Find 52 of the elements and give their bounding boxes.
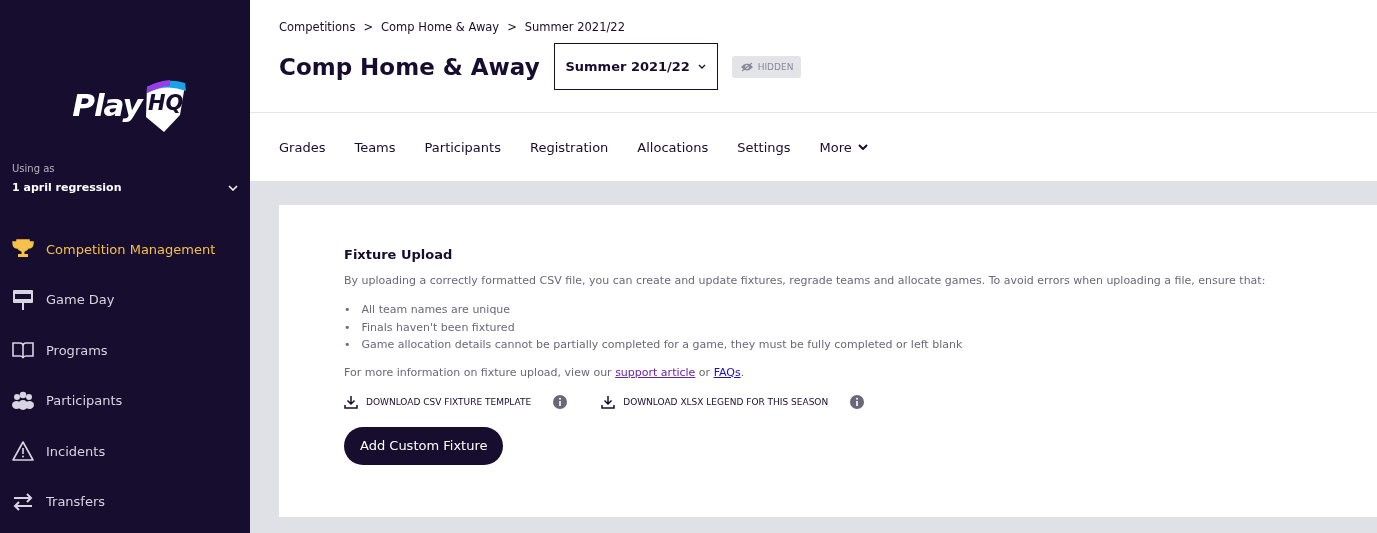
info-text: For more information on fixture upload, view our support article or FAQs. (344, 365, 746, 379)
transfer-icon (12, 492, 34, 511)
download-icon[interactable] (344, 394, 358, 409)
download-link[interactable]: DOWNLOAD CSV FIXTURE TEMPLATE (366, 396, 532, 407)
more-menu[interactable]: More (819, 139, 868, 155)
download-icon[interactable] (601, 394, 616, 409)
sidebar-nav-item[interactable]: Transfers (46, 494, 106, 510)
sidebar-nav-item[interactable]: Participants (46, 393, 123, 409)
add-custom-fixture-button[interactable]: Add Custom Fixture (344, 426, 504, 465)
people-icon (12, 390, 34, 411)
organisation-selector[interactable]: 1 april regression (12, 181, 122, 194)
requirement-item: Finals haven't been fixtured (361, 319, 515, 336)
warning-icon (12, 441, 34, 462)
info-icon[interactable] (850, 394, 865, 409)
nav-tab[interactable]: Grades (279, 139, 326, 155)
breadcrumb-link[interactable]: Comp Home & Away (381, 20, 500, 34)
trophy-icon (12, 239, 34, 260)
requirement-item: Game allocation details cannot be partially completed for a game, they must be fully completed or left blank (361, 337, 963, 353)
breadcrumb-separator: > (363, 20, 373, 34)
card-title: Fixture Upload (344, 247, 454, 262)
help-link[interactable]: FAQs (713, 365, 741, 379)
chevron-down-icon[interactable] (228, 184, 238, 191)
hidden-badge: HIDDEN (731, 55, 802, 78)
chevron-down-icon (697, 64, 706, 69)
help-link[interactable]: support article (615, 365, 696, 379)
download-link[interactable]: DOWNLOAD XLSX LEGEND FOR THIS SEASON (623, 396, 829, 407)
nav-tab[interactable]: Settings (737, 139, 791, 155)
sidebar-nav-item[interactable]: Competition Management (46, 241, 216, 257)
nav-tab[interactable]: Teams (354, 139, 396, 155)
intro-text: By uploading a correctly formatted CSV file, you can create and update fixtures, regrade teams and allocate games. To avoid errors when uploading a file, ensure that: (344, 274, 1267, 287)
season-dropdown[interactable]: Summer 2021/22 (553, 43, 718, 90)
page-title: Comp Home & Away (279, 53, 540, 80)
scoreboard-icon (12, 288, 34, 311)
chevron-down-icon (857, 144, 868, 150)
breadcrumb-link[interactable]: Summer 2021/22 (524, 20, 625, 34)
nav-tab[interactable]: Registration (529, 139, 609, 155)
book-icon (12, 341, 34, 360)
requirement-item: All team names are unique (361, 302, 511, 318)
breadcrumb-link[interactable]: Competitions (279, 20, 356, 34)
nav-tab[interactable]: Participants (424, 139, 501, 155)
sidebar-nav-item[interactable]: Game Day (46, 292, 115, 308)
eye-slash-icon (739, 61, 754, 72)
list-bullet: • (344, 302, 351, 318)
logo-wordmark: Play (72, 87, 142, 123)
list-bullet: • (344, 319, 351, 336)
list-bullet: • (344, 337, 351, 353)
breadcrumb-separator: > (507, 20, 517, 34)
sidebar-nav-item[interactable]: Programs (46, 342, 108, 358)
info-icon[interactable] (553, 394, 568, 409)
using-as-label: Using as (12, 163, 56, 174)
sidebar-nav-item[interactable]: Incidents (46, 443, 106, 459)
nav-tab[interactable]: Allocations (637, 139, 709, 155)
